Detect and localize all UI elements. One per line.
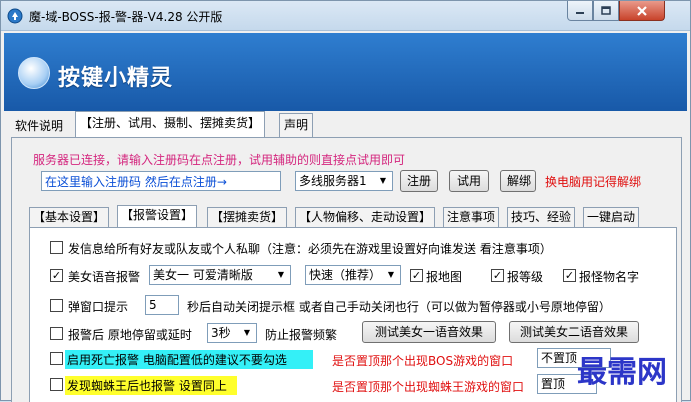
banner: 按键小精灵 [4, 33, 687, 111]
subtab-notes[interactable]: 注意事项 [443, 207, 500, 227]
report-monster-label: 报怪物名字 [579, 270, 640, 284]
report-map-label: 报地图 [426, 270, 463, 284]
report-level-label: 报等级 [507, 270, 544, 284]
test-voice-one-button[interactable]: 测试美女一语音效果 [362, 321, 496, 343]
trial-button[interactable]: 试用 [449, 170, 489, 192]
dropdown-arrow-icon: ▼ [243, 328, 251, 337]
topmost-spider-value: 置顶 [541, 377, 566, 391]
tab-software-info[interactable]: 软件说明 [11, 115, 67, 139]
speed-select-value: 快速（推荐） [309, 268, 382, 282]
dropdown-arrow-icon: ▼ [387, 270, 395, 279]
server-select-value: 多线服务器1 [299, 174, 367, 188]
topmost-bos-question: 是否置顶那个出现BOS游戏的窗口 [332, 354, 514, 368]
maximize-icon [601, 6, 611, 15]
check-icon: ✓ [564, 269, 575, 282]
stay-delay-checkbox[interactable] [50, 327, 63, 340]
minimize-icon [576, 11, 584, 14]
title-bar[interactable]: 魔-域-BOSS-报-警-器-V4.28 公开版 [1, 1, 690, 31]
speed-select[interactable]: 快速（推荐） ▼ [305, 265, 401, 285]
send-message-label: 发信息给所有好友或队友或个人私聊（注意：必须先在游戏里设置好向谁发送 看注意事项… [68, 242, 552, 256]
death-alarm-label: 启用死亡报警 电脑配置低的建议不要勾选 [65, 350, 313, 369]
register-button[interactable]: 注册 [400, 170, 438, 192]
subtab-tips[interactable]: 技巧、经验 [507, 207, 576, 227]
stay-delay-label: 报警后 原地停留或延时 [68, 328, 192, 342]
popup-label: 弹窗口提示 [68, 300, 129, 314]
delay-select[interactable]: 3秒 ▼ [207, 323, 257, 343]
topmost-spider-question: 是否置顶那个出现蜘蛛王游戏的窗口 [332, 380, 525, 394]
server-select[interactable]: 多线服务器1 ▼ [295, 171, 393, 191]
popup-seconds-input[interactable] [145, 295, 179, 315]
app-icon [7, 8, 23, 24]
check-icon: ✓ [51, 269, 62, 282]
voice-alarm-checkbox[interactable]: ✓ [50, 269, 63, 282]
window-title: 魔-域-BOSS-报-警-器-V4.28 公开版 [29, 10, 223, 24]
unbind-note: 换电脑用记得解绑 [545, 175, 642, 189]
popup-checkbox[interactable] [50, 299, 63, 312]
subtab-stall[interactable]: 【摆摊卖货】 [207, 207, 288, 227]
watermark-text: 最需网 [577, 355, 667, 390]
tab-register[interactable]: 【注册、试用、摄制、摆摊卖货】 [75, 111, 266, 137]
registration-code-input[interactable] [41, 171, 281, 191]
voice-select-value: 美女一 可爱清晰版 [153, 268, 253, 282]
voice-select[interactable]: 美女一 可爱清晰版 ▼ [149, 265, 291, 285]
logo-icon [18, 57, 50, 89]
minimize-button[interactable] [567, 1, 593, 21]
dropdown-arrow-icon: ▼ [277, 270, 285, 279]
unbind-button[interactable]: 解绑 [500, 170, 536, 192]
spider-alarm-label: 发现蜘蛛王后也报警 设置同上 [65, 376, 237, 395]
check-icon: ✓ [492, 269, 503, 282]
close-button[interactable] [619, 1, 665, 21]
send-message-checkbox[interactable] [50, 241, 63, 254]
app-window: 魔-域-BOSS-报-警-器-V4.28 公开版 按键小精灵 软件说明 【注册、… [0, 0, 691, 402]
delay-select-value: 3秒 [211, 326, 231, 340]
tab-statement[interactable]: 声明 [279, 113, 314, 137]
banner-logo-text: 按键小精灵 [58, 66, 174, 91]
delay-suffix-label: 防止报警频繁 [265, 328, 338, 342]
subtab-alarm[interactable]: 【报警设置】 [117, 205, 198, 227]
report-monster-checkbox[interactable]: ✓ [563, 269, 576, 282]
voice-alarm-label: 美女语音报警 [68, 270, 141, 284]
report-level-checkbox[interactable]: ✓ [491, 269, 504, 282]
subtab-quick-start[interactable]: 一键启动 [583, 207, 640, 227]
server-status-text: 服务器已连接，请输入注册码在点注册，试用辅助的则直接点试用即可 [33, 153, 406, 167]
report-map-checkbox[interactable]: ✓ [410, 269, 423, 282]
subtab-offset[interactable]: 【人物偏移、走动设置】 [295, 207, 436, 227]
maximize-button[interactable] [593, 1, 619, 21]
spider-alarm-checkbox[interactable] [50, 378, 63, 391]
popup-suffix-label: 秒后自动关闭提示框 或者自己手动关闭也行（可以做为暂停器或小号原地停留） [187, 300, 611, 314]
check-icon: ✓ [411, 269, 422, 282]
dropdown-arrow-icon: ▼ [379, 176, 387, 185]
test-voice-two-button[interactable]: 测试美女二语音效果 [509, 321, 639, 343]
close-icon [637, 5, 647, 16]
subtab-basic[interactable]: 【基本设置】 [29, 207, 110, 227]
death-alarm-checkbox[interactable] [50, 352, 63, 365]
topmost-bos-value: 不置顶 [541, 351, 578, 365]
